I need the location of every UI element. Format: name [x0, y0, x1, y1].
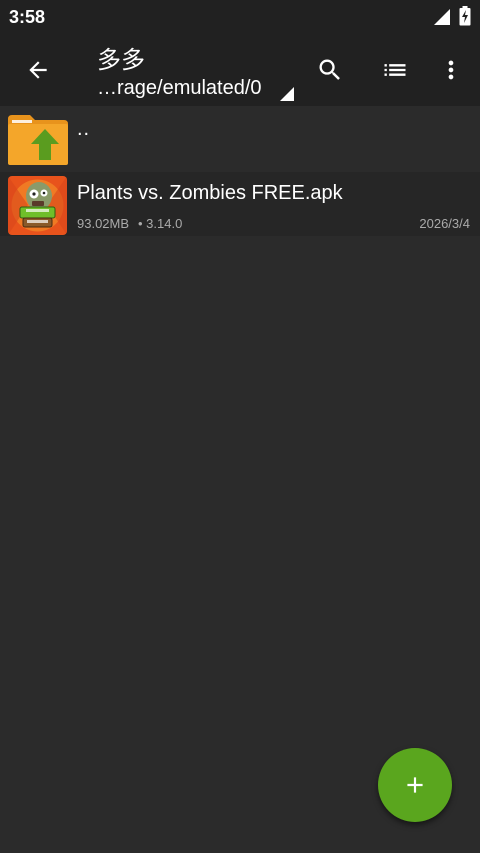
file-version: • 3.14.0: [138, 216, 183, 231]
more-vert-icon: [448, 60, 454, 80]
more-options-button[interactable]: [427, 46, 475, 94]
signal-icon: [434, 9, 450, 25]
add-fab-button[interactable]: [378, 748, 452, 822]
battery-charging-icon: [459, 6, 471, 26]
search-icon: [319, 59, 340, 80]
file-row-apk[interactable]: Plants vs. Zombies FREE.apk 93.02MB • 3.…: [0, 172, 480, 236]
file-list: .. Plants vs. Zombies FREE.apk 93.02MB •…: [0, 106, 480, 236]
file-date: 2026/3/4: [419, 216, 470, 231]
folder-up-icon: [8, 115, 68, 165]
back-button[interactable]: [14, 46, 62, 94]
plus-icon: [407, 777, 423, 793]
parent-directory-row[interactable]: ..: [0, 106, 480, 172]
file-manager-screen: 3:58 多多 …rage/emulated/0 .. Plants vs. Z…: [0, 0, 480, 853]
parent-directory-label: ..: [77, 118, 91, 140]
status-bar: 3:58: [0, 0, 480, 34]
list-view-button[interactable]: [371, 46, 419, 94]
folder-title: 多多: [97, 47, 145, 74]
back-arrow-icon: [29, 61, 47, 79]
toolbar: 多多 …rage/emulated/0: [0, 34, 480, 106]
search-button[interactable]: [306, 46, 354, 94]
dropdown-corner-icon[interactable]: [280, 87, 294, 101]
current-path[interactable]: …rage/emulated/0: [97, 77, 262, 100]
list-view-icon: [384, 64, 406, 76]
file-name: Plants vs. Zombies FREE.apk: [77, 182, 343, 204]
plants-vs-zombies-app-icon: [8, 176, 67, 235]
file-size: 93.02MB: [77, 216, 130, 231]
status-time: 3:58: [9, 7, 46, 27]
